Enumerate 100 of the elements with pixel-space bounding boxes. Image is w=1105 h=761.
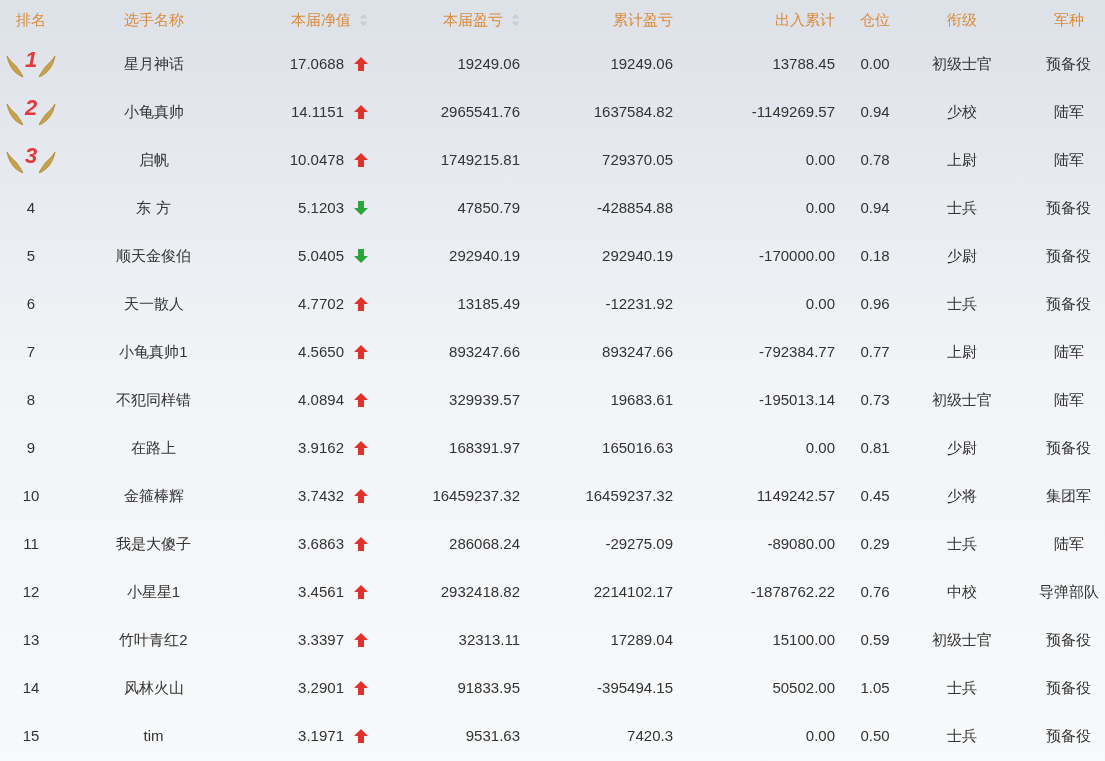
cumulative-flow: -195013.14 — [759, 389, 835, 410]
service-branch: 预备役 — [1046, 629, 1091, 650]
player-name: 启帆 — [138, 149, 169, 170]
position-ratio: 0.18 — [860, 245, 890, 266]
position-ratio: 0.78 — [860, 149, 890, 170]
rank-number: 13 — [22, 629, 40, 650]
column-header[interactable]: 本届净值 — [291, 8, 351, 32]
column-header[interactable]: 本届盈亏 — [443, 8, 503, 32]
cumulative-flow: 0.00 — [805, 437, 835, 458]
cumulative-flow: 13788.45 — [772, 53, 835, 74]
player-name: 小龟真帅1 — [119, 341, 188, 362]
service-branch: 陆军 — [1053, 341, 1084, 362]
player-name: 天一散人 — [123, 293, 184, 314]
position-ratio: 0.94 — [860, 197, 890, 218]
player-name: 小星星1 — [126, 581, 181, 602]
position-ratio: 0.29 — [860, 533, 890, 554]
cumulative-profit-loss: 2214102.17 — [593, 581, 673, 602]
rank-title: 初级士官 — [931, 389, 992, 410]
rank-number: 7 — [26, 341, 36, 362]
net-value: 4.7702 — [298, 293, 344, 314]
rank-title: 上尉 — [946, 149, 977, 170]
rank-number: 9 — [26, 437, 36, 458]
column-header: 仓位 — [860, 9, 890, 30]
profit-loss: 19249.06 — [457, 53, 520, 74]
service-branch: 导弹部队 — [1038, 581, 1099, 602]
profit-loss: 292940.19 — [449, 245, 520, 266]
cumulative-flow: -89080.00 — [767, 533, 835, 554]
net-value: 14.1151 — [290, 101, 344, 122]
net-value: 4.0894 — [298, 389, 344, 410]
position-ratio: 0.81 — [860, 437, 890, 458]
rank-title: 上尉 — [946, 341, 977, 362]
column-header: 出入累计 — [775, 9, 835, 30]
player-name: 星月神话 — [123, 53, 184, 74]
rank-number: 6 — [26, 293, 36, 314]
profit-loss: 47850.79 — [457, 197, 520, 218]
position-ratio: 0.45 — [860, 485, 890, 506]
player-name: 竹叶青红2 — [119, 629, 188, 650]
service-branch: 预备役 — [1046, 197, 1091, 218]
profit-loss: 91833.95 — [457, 677, 520, 698]
position-ratio: 0.77 — [860, 341, 890, 362]
rank-title: 初级士官 — [931, 53, 992, 74]
cumulative-profit-loss: 893247.66 — [602, 341, 673, 362]
net-value: 3.9162 — [298, 437, 344, 458]
service-branch: 预备役 — [1046, 293, 1091, 314]
player-name: 东 方 — [136, 197, 171, 218]
profit-loss: 168391.97 — [449, 437, 520, 458]
cumulative-profit-loss: 729370.05 — [602, 149, 673, 170]
profit-loss: 13185.49 — [457, 293, 520, 314]
position-ratio: 0.73 — [860, 389, 890, 410]
service-branch: 陆军 — [1053, 101, 1084, 122]
profit-loss: 32313.11 — [458, 629, 520, 650]
profit-loss: 1749215.81 — [440, 149, 520, 170]
rank-title: 士兵 — [946, 533, 977, 554]
rank-title: 士兵 — [946, 677, 977, 698]
cumulative-profit-loss: 16459237.32 — [585, 485, 673, 506]
net-value: 3.1971 — [298, 725, 344, 746]
cumulative-profit-loss: -428854.88 — [597, 197, 673, 218]
cumulative-flow: -1149269.57 — [751, 101, 835, 122]
player-name: tim — [143, 725, 164, 746]
column-header: 累计盈亏 — [613, 9, 673, 30]
net-value: 5.0405 — [298, 245, 344, 266]
rank-number: 15 — [22, 725, 40, 746]
rank-title: 少校 — [946, 101, 977, 122]
cumulative-flow: 15100.00 — [772, 629, 835, 650]
rank-title: 士兵 — [946, 293, 977, 314]
rank-number: 4 — [26, 197, 36, 218]
cumulative-flow: 0.00 — [805, 293, 835, 314]
cumulative-flow: 0.00 — [805, 725, 835, 746]
position-ratio: 1.05 — [860, 677, 890, 698]
rank-title: 士兵 — [946, 725, 977, 746]
net-value: 4.5650 — [298, 341, 344, 362]
rank-number: 11 — [23, 533, 39, 554]
rank-title: 少尉 — [946, 437, 977, 458]
position-ratio: 0.00 — [860, 53, 890, 74]
net-value: 3.7432 — [298, 485, 344, 506]
cumulative-flow: 50502.00 — [772, 677, 835, 698]
column-header: 选手名称 — [123, 9, 184, 30]
cumulative-profit-loss: 7420.3 — [627, 725, 673, 746]
player-name: 小龟真帅 — [123, 101, 184, 122]
cumulative-profit-loss: 1637584.82 — [593, 101, 673, 122]
service-branch: 预备役 — [1046, 677, 1091, 698]
cumulative-profit-loss: 292940.19 — [602, 245, 673, 266]
cumulative-flow: -792384.77 — [759, 341, 835, 362]
profit-loss: 893247.66 — [449, 341, 520, 362]
service-branch: 预备役 — [1046, 53, 1091, 74]
net-value: 17.0688 — [289, 53, 344, 74]
service-branch: 陆军 — [1053, 389, 1084, 410]
profit-loss: 329939.57 — [449, 389, 520, 410]
cumulative-profit-loss: 19683.61 — [610, 389, 673, 410]
column-header: 衔级 — [946, 9, 977, 30]
rank-number: 5 — [26, 245, 36, 266]
rank-number: 14 — [22, 677, 40, 698]
service-branch: 预备役 — [1046, 725, 1091, 746]
rank-number: 10 — [22, 485, 40, 506]
player-name: 不犯同样错 — [116, 389, 191, 410]
net-value: 3.4561 — [298, 581, 344, 602]
column-header: 排名 — [16, 9, 46, 30]
profit-loss: 286068.24 — [449, 533, 520, 554]
player-name: 风林火山 — [123, 677, 184, 698]
player-name: 在路上 — [131, 437, 176, 458]
